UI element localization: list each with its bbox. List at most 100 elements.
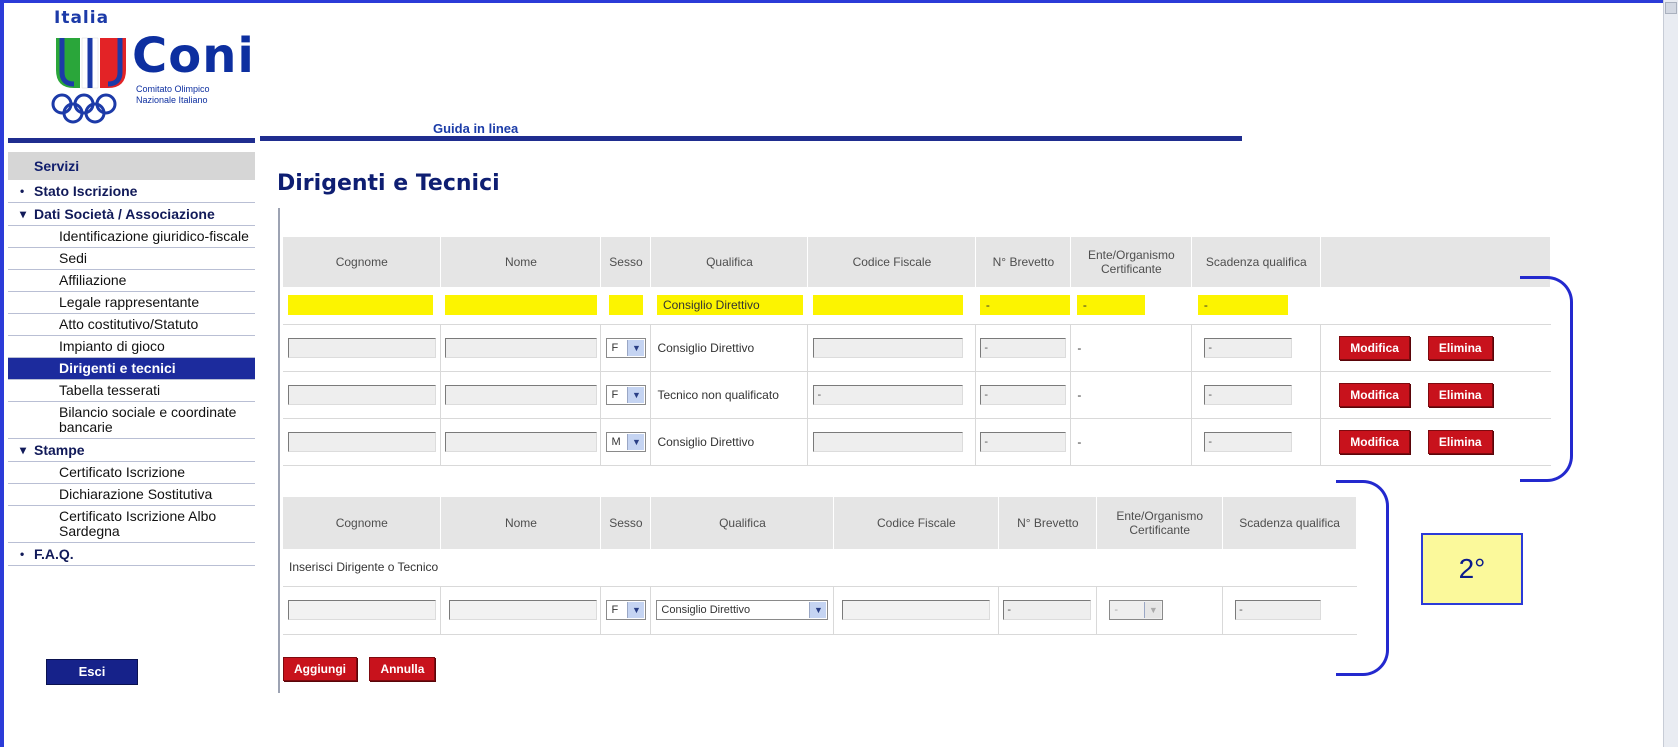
annotation-bracket-insert: [1336, 480, 1389, 676]
sidebar-item-dirigenti-e-tecnici[interactable]: Dirigenti e tecnici: [8, 358, 255, 380]
expanded-triangle-icon: ▾: [20, 207, 27, 221]
sidebar-item-tabella-tesserati[interactable]: Tabella tesserati: [8, 380, 255, 402]
window-frame-left: [0, 0, 4, 747]
coni-logo: Italia Coni Comitato Olimpico Nazionale …: [44, 8, 274, 125]
table-row: F ▼ Consiglio Direttivo - - - Modifica Eli…: [283, 324, 1551, 372]
column-header-qualifica: Qualifica: [650, 237, 809, 287]
expanded-triangle-icon: ▾: [20, 443, 27, 457]
brevetto-input[interactable]: -: [980, 431, 1067, 452]
sidebar-item-stato-iscrizione[interactable]: • Stato Iscrizione: [8, 180, 255, 203]
logo-coni-text: Coni: [132, 28, 255, 84]
brevetto-input[interactable]: -: [980, 337, 1067, 358]
guida-in-linea-link[interactable]: Guida in linea: [433, 121, 518, 136]
aggiungi-button[interactable]: Aggiungi: [283, 657, 357, 681]
sidebar-item-certificato-albo-sardegna[interactable]: Certificato Iscrizione Albo Sardegna: [8, 506, 255, 543]
scadenza-input[interactable]: -: [1204, 337, 1293, 358]
column-header-ente: Ente/Organismo Certificante: [1070, 237, 1193, 287]
window-frame-top: [0, 0, 1678, 3]
vertical-scrollbar[interactable]: [1663, 0, 1678, 747]
qualifica-text: Consiglio Direttivo: [657, 434, 755, 449]
qualifica-text: Consiglio Direttivo: [657, 340, 755, 355]
sidebar-item-affiliazione[interactable]: Affiliazione: [8, 270, 255, 292]
sidebar-item-sedi[interactable]: Sedi: [8, 248, 255, 270]
chevron-down-icon: ▼: [627, 339, 645, 356]
new-nome-input[interactable]: [449, 600, 598, 620]
new-brevetto-input[interactable]: -: [1003, 600, 1092, 620]
column-header-actions: [1320, 237, 1551, 287]
new-sesso-select[interactable]: F ▼: [606, 600, 647, 620]
nome-input[interactable]: [445, 337, 598, 358]
tricolore-mark-icon: [56, 37, 126, 89]
modifica-button[interactable]: Modifica: [1339, 382, 1410, 407]
sidebar-section-stampe[interactable]: ▾ Stampe: [8, 439, 255, 462]
logo-subtitle-line1: Comitato Olimpico: [136, 84, 210, 94]
sesso-select[interactable]: M ▼: [606, 431, 647, 452]
redacted-nome: [444, 295, 597, 316]
modifica-button[interactable]: Modifica: [1339, 429, 1410, 454]
sidebar-item-atto-costitutivo[interactable]: Atto costitutivo/Statuto: [8, 314, 255, 336]
cognome-input[interactable]: [288, 384, 436, 405]
nome-input[interactable]: [445, 431, 598, 452]
elimina-button[interactable]: Elimina: [1427, 335, 1493, 360]
column-header-brevetto: N° Brevetto: [998, 497, 1098, 549]
scadenza-input[interactable]: -: [1204, 384, 1293, 405]
annulla-button[interactable]: Annulla: [369, 657, 436, 681]
scadenza-input[interactable]: -: [1204, 431, 1293, 452]
column-header-codice-fiscale: Codice Fiscale: [833, 497, 1000, 549]
logo-subtitle: Comitato Olimpico Nazionale Italiano: [136, 84, 210, 106]
column-header-sesso: Sesso: [600, 497, 652, 549]
sesso-select[interactable]: F ▼: [606, 384, 647, 405]
page: Italia Coni Comitato Olimpico Nazionale …: [0, 0, 1678, 747]
table-row-highlighted: Consiglio Direttivo - - -: [283, 287, 1551, 325]
sidebar-section-dati-societa[interactable]: ▾ Dati Società / Associazione: [8, 203, 255, 226]
annotation-bracket-existing: [1520, 276, 1573, 482]
codice-fiscale-input[interactable]: [813, 337, 964, 358]
codice-fiscale-input[interactable]: -: [813, 384, 964, 405]
insert-label-row: Inserisci Dirigente o Tecnico: [283, 549, 1357, 587]
codice-fiscale-input[interactable]: [813, 431, 964, 452]
cognome-input[interactable]: [288, 431, 436, 452]
new-cognome-input[interactable]: [288, 600, 436, 620]
modifica-button[interactable]: Modifica: [1339, 335, 1410, 360]
elimina-button[interactable]: Elimina: [1427, 429, 1493, 454]
new-qualifica-select[interactable]: Consiglio Direttivo ▼: [656, 600, 829, 620]
redacted-codice-fiscale: [812, 295, 963, 316]
form-actions: Aggiungi Annulla: [283, 657, 436, 681]
sidebar-item-label: Stampe: [34, 442, 85, 458]
new-ente-select[interactable]: - ▼: [1109, 600, 1164, 620]
brevetto-input[interactable]: -: [980, 384, 1067, 405]
insert-input-row: F ▼ Consiglio Direttivo ▼ - - ▼ -: [283, 586, 1357, 635]
scroll-up-arrow-icon[interactable]: [1665, 2, 1677, 14]
ente-text: -: [1077, 387, 1082, 402]
sidebar-item-label: Dati Società / Associazione: [34, 206, 215, 222]
logo-subtitle-line2: Nazionale Italiano: [136, 95, 208, 105]
elimina-button[interactable]: Elimina: [1427, 382, 1493, 407]
sidebar-item-impianto-di-gioco[interactable]: Impianto di gioco: [8, 336, 255, 358]
sidebar-item-dichiarazione-sostitutiva[interactable]: Dichiarazione Sostitutiva: [8, 484, 255, 506]
column-header-nome: Nome: [440, 497, 602, 549]
sidebar-item-faq[interactable]: • F.A.Q.: [8, 543, 255, 566]
sidebar-nav: Servizi • Stato Iscrizione ▾ Dati Società …: [8, 152, 255, 566]
column-header-qualifica: Qualifica: [650, 497, 835, 549]
cognome-input[interactable]: [288, 337, 436, 358]
bullet-icon: •: [20, 184, 25, 198]
new-codice-fiscale-input[interactable]: [842, 600, 991, 620]
column-header-codice-fiscale: Codice Fiscale: [807, 237, 977, 287]
redacted-sesso: [608, 295, 643, 316]
sidebar-item-bilancio-sociale[interactable]: Bilancio sociale e coordinate bancarie: [8, 402, 255, 439]
sidebar-item-legale-rappresentante[interactable]: Legale rappresentante: [8, 292, 255, 314]
logo-italia-text: Italia: [54, 8, 110, 28]
esci-button[interactable]: Esci: [46, 659, 138, 685]
dirigenti-table: Cognome Nome Sesso Qualifica Codice Fisc…: [283, 237, 1551, 466]
ente-text: -: [1077, 340, 1082, 355]
sidebar-item-identificazione[interactable]: Identificazione giuridico-fiscale: [8, 226, 255, 248]
chevron-down-icon: ▼: [627, 386, 645, 403]
new-scadenza-input[interactable]: -: [1235, 600, 1322, 620]
insert-header-row: Cognome Nome Sesso Qualifica Codice Fisc…: [283, 497, 1357, 549]
chevron-down-icon: ▼: [809, 602, 827, 618]
table-row: F ▼ Tecnico non qualificato - - - - Modif…: [283, 371, 1551, 419]
sidebar-item-certificato-iscrizione[interactable]: Certificato Iscrizione: [8, 462, 255, 484]
olympic-rings-icon: [51, 93, 117, 124]
nome-input[interactable]: [445, 384, 598, 405]
sesso-select[interactable]: F ▼: [606, 337, 647, 358]
